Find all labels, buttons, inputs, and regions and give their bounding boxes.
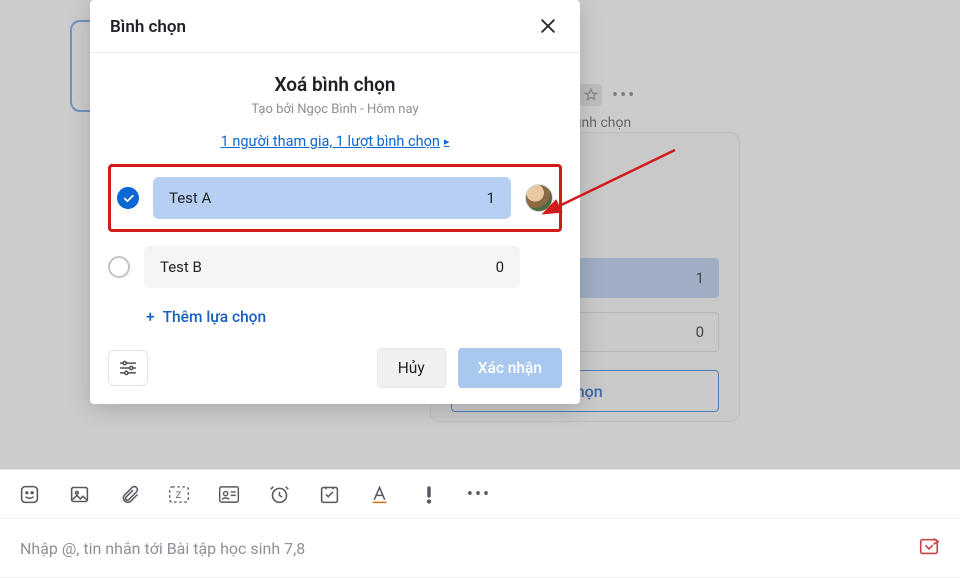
format-icon[interactable] — [368, 483, 390, 505]
plus-icon: + — [146, 308, 155, 326]
screenshot-icon[interactable]: Z — [168, 483, 190, 505]
sticker-icon[interactable] — [18, 483, 40, 505]
option-radio[interactable] — [108, 256, 130, 278]
participants-link-row: 1 người tham gia, 1 lượt bình chọn▸ — [108, 133, 562, 150]
option-count: 1 — [487, 189, 495, 207]
image-icon[interactable] — [68, 483, 90, 505]
option-label: Test A — [169, 189, 211, 207]
poll-question: Xoá bình chọn — [108, 73, 562, 96]
svg-text:Z: Z — [176, 489, 182, 500]
poll-modal: Bình chọn Xoá bình chọn Tạo bởi Ngọc Bìn… — [90, 0, 580, 404]
option-bar[interactable]: Test B 0 — [144, 246, 520, 288]
poll-settings-button[interactable] — [108, 350, 148, 386]
priority-icon[interactable] — [418, 483, 440, 505]
option-label: Test B — [160, 258, 202, 276]
option-count: 0 — [496, 258, 504, 276]
modal-header: Bình chọn — [90, 0, 580, 53]
modal-footer: Hủy Xác nhận — [90, 340, 580, 388]
modal-body: Xoá bình chọn Tạo bởi Ngọc Bình - Hôm na… — [90, 53, 580, 340]
poll-meta: Tạo bởi Ngọc Bình - Hôm nay — [108, 102, 562, 117]
message-input-placeholder: Nhập @, tin nhắn tới Bài tập học sinh 7,… — [20, 539, 918, 558]
confirm-button[interactable]: Xác nhận — [458, 348, 562, 388]
annotation-highlight: Test A 1 — [108, 164, 562, 232]
add-option-button[interactable]: + Thêm lựa chọn — [146, 308, 562, 326]
participants-link[interactable]: 1 người tham gia, 1 lượt bình chọn▸ — [221, 133, 450, 150]
message-input-row[interactable]: Nhập @, tin nhắn tới Bài tập học sinh 7,… — [0, 518, 960, 578]
option-radio[interactable] — [117, 187, 139, 209]
option-bar[interactable]: Test A 1 — [153, 177, 511, 219]
contact-card-icon[interactable] — [218, 483, 240, 505]
more-tools-icon[interactable]: ••• — [468, 483, 490, 505]
add-option-label: Thêm lựa chọn — [163, 308, 267, 326]
option-row: Test B 0 — [108, 242, 562, 292]
option-row: Test A 1 — [117, 173, 553, 223]
composer-toolbar: Z ••• — [0, 470, 960, 518]
task-icon[interactable] — [318, 483, 340, 505]
alarm-icon[interactable] — [268, 483, 290, 505]
quick-send-icon[interactable] — [918, 536, 940, 562]
cancel-button[interactable]: Hủy — [377, 348, 446, 388]
close-icon[interactable] — [538, 16, 560, 38]
voter-avatar[interactable] — [525, 184, 553, 212]
modal-title: Bình chọn — [110, 17, 186, 37]
composer: Z ••• Nhập @, tin nhắn tới Bài tập học s… — [0, 469, 960, 577]
attach-icon[interactable] — [118, 483, 140, 505]
options-list: Test A 1 Test B 0 — [108, 164, 562, 292]
